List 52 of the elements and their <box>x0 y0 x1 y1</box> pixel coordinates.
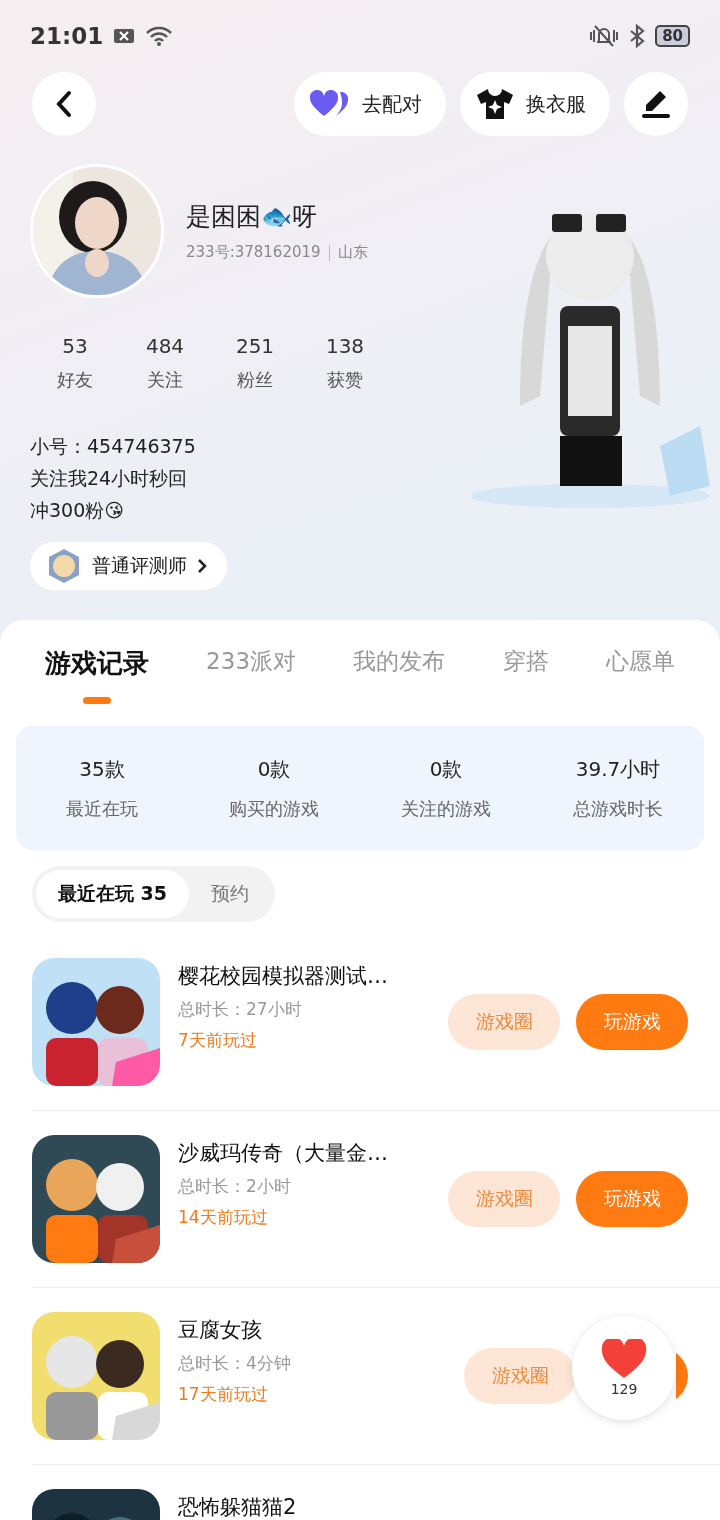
last-played: 17天前玩过 <box>178 1383 269 1406</box>
reviewer-badge[interactable]: 普通评测师 <box>30 542 227 590</box>
segment-option[interactable]: 预约 <box>189 870 272 918</box>
summary-label: 购买的游戏 <box>229 796 319 821</box>
bio-text: 冲300粉😘 <box>30 498 126 523</box>
stat-label[interactable]: 关注 <box>147 368 183 392</box>
game-title: 恐怖躲猫猫2 <box>178 1494 298 1520</box>
match-button[interactable]: 去配对 <box>294 72 446 136</box>
last-played: 7天前玩过 <box>178 1029 258 1052</box>
play-duration: 总时长：27小时 <box>178 998 303 1021</box>
edit-icon <box>640 89 672 119</box>
summary-value: 35款 <box>79 755 125 783</box>
last-played: 14天前玩过 <box>178 1206 269 1229</box>
summary-label: 最近在玩 <box>66 796 138 821</box>
summary-value: 0款 <box>429 755 463 783</box>
status-time: 21:01 <box>30 23 104 49</box>
bio-text: 小号：454746375 <box>30 434 197 459</box>
summary-label: 关注的游戏 <box>401 796 491 821</box>
stat-value: 138 <box>325 334 365 358</box>
badge-icon <box>46 548 82 584</box>
game-title: 樱花校园模拟器测试… <box>178 963 389 990</box>
stat-label[interactable]: 好友 <box>57 368 93 392</box>
stat-value: 484 <box>145 334 185 358</box>
outfit-button[interactable]: 换衣服 <box>460 72 610 136</box>
segment-option[interactable]: 最近在玩 35 <box>36 870 190 918</box>
wifi-icon <box>145 25 174 47</box>
stat-value: 53 <box>62 334 88 358</box>
like-count: 129 <box>610 1381 638 1397</box>
stat-label[interactable]: 获赞 <box>327 368 363 392</box>
bio-text: 关注我24小时秒回 <box>30 466 189 491</box>
game-title: 沙威玛传奇（大量金… <box>178 1140 389 1167</box>
summary-value: 0款 <box>257 755 291 783</box>
back-icon <box>54 90 74 118</box>
stat-value: 251 <box>235 334 275 358</box>
sim-icon <box>113 27 136 45</box>
heart-icon <box>601 1339 647 1379</box>
user-location: 山东 <box>337 243 368 262</box>
game-title: 豆腐女孩 <box>178 1317 263 1344</box>
chevron-icon <box>197 558 207 574</box>
play-duration: 总时长：4分钟 <box>178 1352 292 1375</box>
hearts-icon <box>310 90 350 118</box>
battery-indicator: 80 <box>655 25 690 47</box>
play-duration: 总时长：2小时 <box>178 1175 292 1198</box>
summary-label: 总游戏时长 <box>573 796 663 821</box>
user-name: 是困困🐟呀 <box>186 201 318 233</box>
vibrate-icon <box>589 24 620 48</box>
bluetooth-icon <box>629 24 646 48</box>
stat-label[interactable]: 粉丝 <box>237 368 273 392</box>
shirt-icon <box>476 88 514 120</box>
summary-value: 39.7小时 <box>575 755 661 783</box>
user-id: 233号:378162019 <box>186 243 321 262</box>
section-tab[interactable]: 游戏记录 <box>40 640 153 710</box>
